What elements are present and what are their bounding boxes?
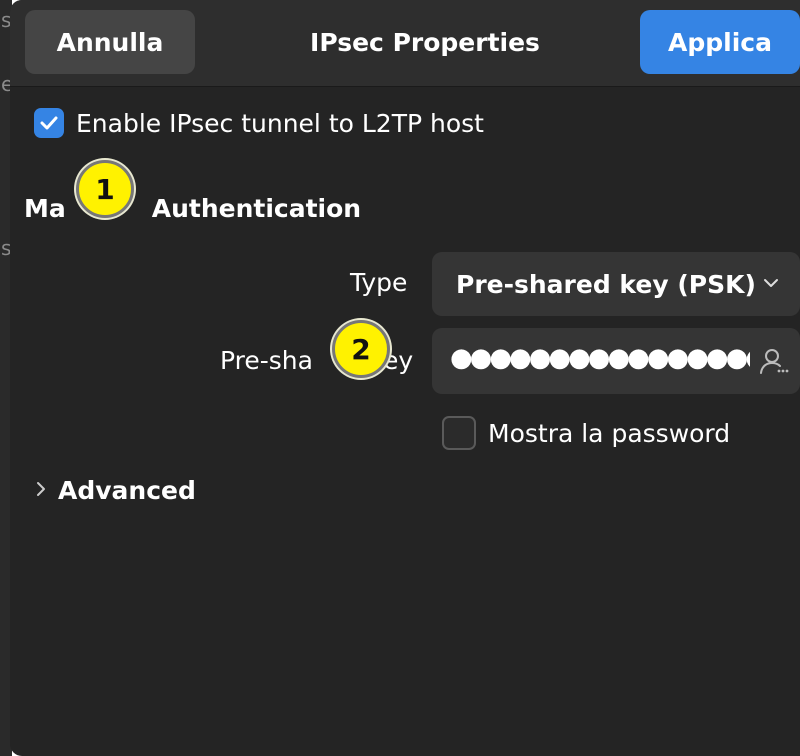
enable-ipsec-row[interactable]: Enable IPsec tunnel to L2TP host [34,108,484,138]
advanced-expander[interactable]: Advanced [34,476,196,505]
advanced-label: Advanced [58,476,196,505]
psk-password-field[interactable]: ●●●●●●●●●●●●●●●● [432,328,800,394]
show-password-checkbox[interactable] [442,416,476,450]
show-password-label: Mostra la password [488,418,731,448]
show-password-row[interactable]: Mostra la password [442,416,730,450]
annotation-marker: 1 [76,160,134,218]
user-password-icon[interactable] [758,346,790,382]
chevron-right-icon [34,479,48,503]
dialog-title: IPsec Properties [310,27,540,57]
checkmark-icon [40,116,58,130]
ipsec-properties-dialog: Annulla IPsec Properties Applica Enable … [10,0,800,756]
section-title: Ma Authentication [24,194,361,223]
apply-button[interactable]: Applica [640,10,800,74]
type-label: Type [350,268,408,297]
cancel-button[interactable]: Annulla [25,10,195,74]
chevron-down-icon [760,272,782,298]
section-title-start: Ma [24,194,66,223]
type-dropdown-value: Pre-shared key (PSK) [456,269,756,299]
psk-password-value: ●●●●●●●●●●●●●●●● [450,343,750,373]
psk-label-start: Pre-sha [220,346,313,375]
annotation-marker: 2 [332,320,390,378]
type-dropdown[interactable]: Pre-shared key (PSK) [432,252,800,316]
dialog-header: Annulla IPsec Properties Applica [10,0,800,87]
enable-ipsec-label: Enable IPsec tunnel to L2TP host [76,108,484,138]
section-title-end: Authentication [151,194,362,223]
enable-ipsec-checkbox[interactable] [34,108,64,138]
